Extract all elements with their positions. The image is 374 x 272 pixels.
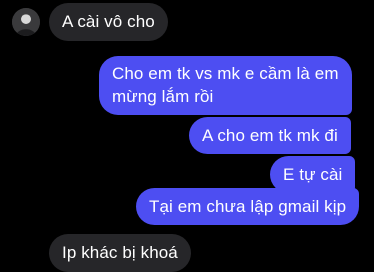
- message-text: Tại em chưa lập gmail kịp: [149, 197, 347, 216]
- message-text: Cho em tk vs mk e cầm là em mừng lắm rồi: [112, 64, 339, 106]
- profile-avatar-icon[interactable]: [12, 8, 40, 36]
- message-bubble-incoming[interactable]: A cài vô cho: [49, 3, 168, 41]
- message-text: Ip khác bị khoá: [62, 243, 178, 262]
- message-text: A cho em tk mk đi: [202, 126, 338, 145]
- message-text: A cài vô cho: [62, 12, 155, 31]
- message-bubble-outgoing[interactable]: Cho em tk vs mk e cầm là em mừng lắm rồi: [99, 56, 352, 115]
- message-text: E tự cài: [283, 165, 343, 184]
- message-bubble-outgoing[interactable]: Tại em chưa lập gmail kịp: [136, 188, 360, 225]
- message-bubble-outgoing[interactable]: A cho em tk mk đi: [189, 117, 351, 154]
- chat-thread: A cài vô cho Cho em tk vs mk e cầm là em…: [0, 0, 374, 272]
- message-bubble-incoming[interactable]: Ip khác bị khoá: [49, 234, 191, 272]
